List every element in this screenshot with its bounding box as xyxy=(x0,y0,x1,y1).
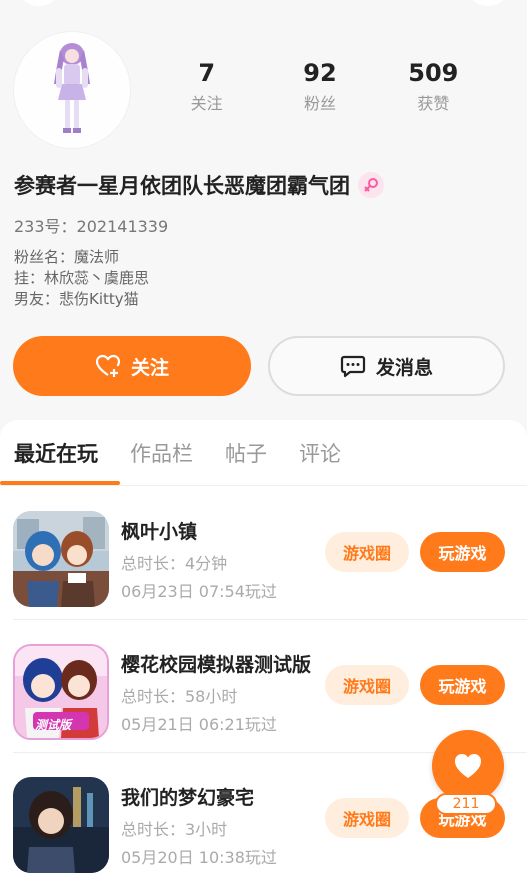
avatar-character-image xyxy=(54,43,90,133)
game-circle-button[interactable]: 游戏圈 xyxy=(325,532,409,572)
game-icon-dream-mansion xyxy=(13,777,109,873)
bio-line: 粉丝名：魔法师 xyxy=(14,248,120,266)
test-version-badge: 测试版 xyxy=(35,718,72,732)
tab-recently-played[interactable]: 最近在玩 xyxy=(14,420,98,486)
avatar[interactable] xyxy=(14,32,130,148)
active-tab-indicator xyxy=(0,481,120,485)
more-button[interactable] xyxy=(465,0,511,6)
user-id: 233号：202141339 xyxy=(14,217,169,236)
bio: 粉丝名：魔法师 挂：林欣蕊丶虞鹿思 男友：悲伤Kitty猫 xyxy=(14,247,149,310)
tab-works[interactable]: 作品栏 xyxy=(130,420,193,486)
message-button[interactable]: 发消息 xyxy=(268,336,505,396)
profile-stats: 7 关注 92 粉丝 509 获赞 xyxy=(150,58,490,114)
game-duration: 总时长：58小时 xyxy=(121,687,238,706)
heart-icon xyxy=(455,754,481,778)
stat-value: 7 xyxy=(198,59,216,87)
game-icon-maple-town xyxy=(13,511,109,607)
heart-plus-icon xyxy=(95,354,121,377)
follow-button[interactable]: 关注 xyxy=(13,336,251,396)
game-circle-button[interactable]: 游戏圈 xyxy=(325,665,409,705)
like-button[interactable] xyxy=(432,730,504,802)
stat-value: 92 xyxy=(303,59,337,87)
back-button[interactable] xyxy=(16,0,62,6)
tab-comments[interactable]: 评论 xyxy=(299,420,341,486)
play-game-button[interactable]: 玩游戏 xyxy=(420,532,505,572)
game-last-played: 05月21日 06:21玩过 xyxy=(121,715,277,734)
game-last-played: 06月23日 07:54玩过 xyxy=(121,582,277,601)
stat-value: 509 xyxy=(408,59,459,87)
tab-posts[interactable]: 帖子 xyxy=(225,420,267,486)
stat-likes[interactable]: 509 获赞 xyxy=(377,58,490,114)
list-item[interactable]: 枫叶小镇 总时长：4分钟 06月23日 07:54玩过 游戏圈 玩游戏 xyxy=(0,487,527,620)
bio-line: 挂：林欣蕊丶虞鹿思 xyxy=(14,269,150,287)
tab-bar: 最近在玩 作品栏 帖子 评论 xyxy=(0,420,527,486)
game-title: 樱花校园模拟器测试版 xyxy=(121,654,312,676)
game-title: 我们的梦幻豪宅 xyxy=(121,787,255,809)
game-icon-sakura-school: 测试版 xyxy=(13,644,109,740)
stat-fans[interactable]: 92 粉丝 xyxy=(263,58,376,114)
game-duration: 总时长：4分钟 xyxy=(121,554,228,573)
username-row: 参赛者一星月依团队长恶魔团霸气团 xyxy=(14,170,384,200)
stat-following[interactable]: 7 关注 xyxy=(150,58,263,114)
stat-label: 关注 xyxy=(190,94,223,113)
stat-label: 获赞 xyxy=(417,94,450,113)
play-game-button[interactable]: 玩游戏 xyxy=(420,665,505,705)
message-label: 发消息 xyxy=(375,357,433,379)
game-circle-button[interactable]: 游戏圈 xyxy=(325,798,409,838)
follow-label: 关注 xyxy=(130,357,169,379)
game-last-played: 05月20日 10:38玩过 xyxy=(121,848,277,867)
stat-label: 粉丝 xyxy=(303,94,336,113)
female-icon xyxy=(358,172,384,198)
list-item[interactable]: 测试版 樱花校园模拟器测试版 总时长：58小时 05月21日 06:21玩过 游… xyxy=(0,620,527,753)
game-duration: 总时长：3小时 xyxy=(121,820,228,839)
like-count: 211 xyxy=(435,793,497,815)
username: 参赛者一星月依团队长恶魔团霸气团 xyxy=(14,174,350,198)
bio-line: 男友：悲伤Kitty猫 xyxy=(14,290,139,308)
game-title: 枫叶小镇 xyxy=(121,521,198,543)
chat-bubble-icon xyxy=(340,355,366,378)
